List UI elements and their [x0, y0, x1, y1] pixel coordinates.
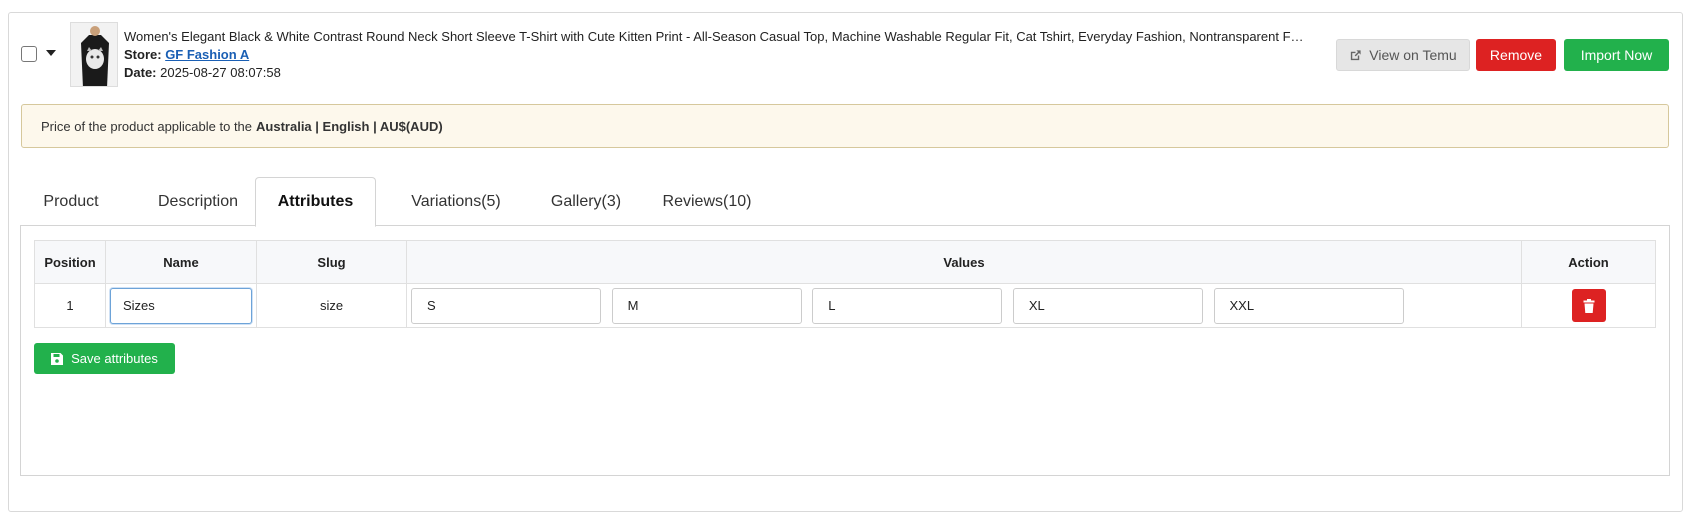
- floppy-disk-icon: [51, 352, 64, 365]
- value-input-s[interactable]: [411, 287, 601, 324]
- tab-gallery[interactable]: Gallery(3): [536, 177, 636, 226]
- view-on-temu-button[interactable]: View on Temu: [1336, 39, 1470, 71]
- value-input-l[interactable]: [812, 287, 1003, 324]
- attribute-name-input[interactable]: [110, 287, 252, 324]
- expand-caret-icon[interactable]: [46, 50, 56, 56]
- product-thumbnail: [70, 22, 118, 87]
- header-position: Position: [34, 240, 106, 284]
- table-row: 1 size: [34, 283, 1656, 328]
- select-product-checkbox[interactable]: [21, 46, 37, 62]
- header-values: Values: [406, 240, 1522, 284]
- value-input-m[interactable]: [611, 287, 802, 324]
- remove-button[interactable]: Remove: [1476, 39, 1556, 71]
- row-position: 1: [34, 283, 106, 328]
- tab-attributes[interactable]: Attributes: [255, 177, 376, 227]
- value-input-xxl[interactable]: [1213, 287, 1404, 324]
- store-label: Store:: [124, 47, 162, 62]
- value-input-xl[interactable]: [1012, 287, 1203, 324]
- row-slug: size: [256, 283, 407, 328]
- import-now-button[interactable]: Import Now: [1564, 39, 1669, 71]
- product-title: Women's Elegant Black & White Contrast R…: [124, 29, 1304, 44]
- notice-region: Australia | English | AU$(AUD): [256, 118, 443, 134]
- tab-reviews[interactable]: Reviews(10): [647, 177, 767, 226]
- tab-variations[interactable]: Variations(5): [388, 177, 524, 226]
- date-line: Date: 2025-08-27 08:07:58: [124, 64, 1304, 82]
- store-link[interactable]: GF Fashion A: [165, 47, 249, 62]
- delete-attribute-button[interactable]: [1571, 289, 1606, 322]
- date-label: Date:: [124, 65, 157, 80]
- date-value: 2025-08-27 08:07:58: [160, 65, 281, 80]
- save-attributes-button[interactable]: Save attributes: [34, 343, 175, 374]
- store-line: Store: GF Fashion A: [124, 46, 1304, 64]
- price-region-notice: Price of the product applicable to the A…: [21, 104, 1669, 148]
- row-name-cell: [105, 283, 257, 328]
- external-link-icon: [1351, 49, 1361, 60]
- header-name: Name: [105, 240, 257, 284]
- view-on-temu-label: View on Temu: [1369, 47, 1457, 63]
- header-action: Action: [1521, 240, 1656, 284]
- product-tabs: Product Description Attributes Variation…: [21, 177, 821, 227]
- tab-product[interactable]: Product: [21, 177, 121, 226]
- tab-description[interactable]: Description: [133, 177, 263, 226]
- row-action-cell: [1521, 283, 1656, 328]
- row-values-cell: [406, 283, 1522, 328]
- header-slug: Slug: [256, 240, 407, 284]
- product-meta: Women's Elegant Black & White Contrast R…: [124, 28, 1304, 82]
- attributes-table: Position Name Slug Values Action 1 size: [34, 240, 1656, 328]
- notice-text: Price of the product applicable to the: [41, 118, 253, 134]
- save-attributes-label: Save attributes: [71, 351, 158, 366]
- attributes-panel: Position Name Slug Values Action 1 size: [20, 225, 1670, 476]
- trash-icon: [1583, 298, 1594, 313]
